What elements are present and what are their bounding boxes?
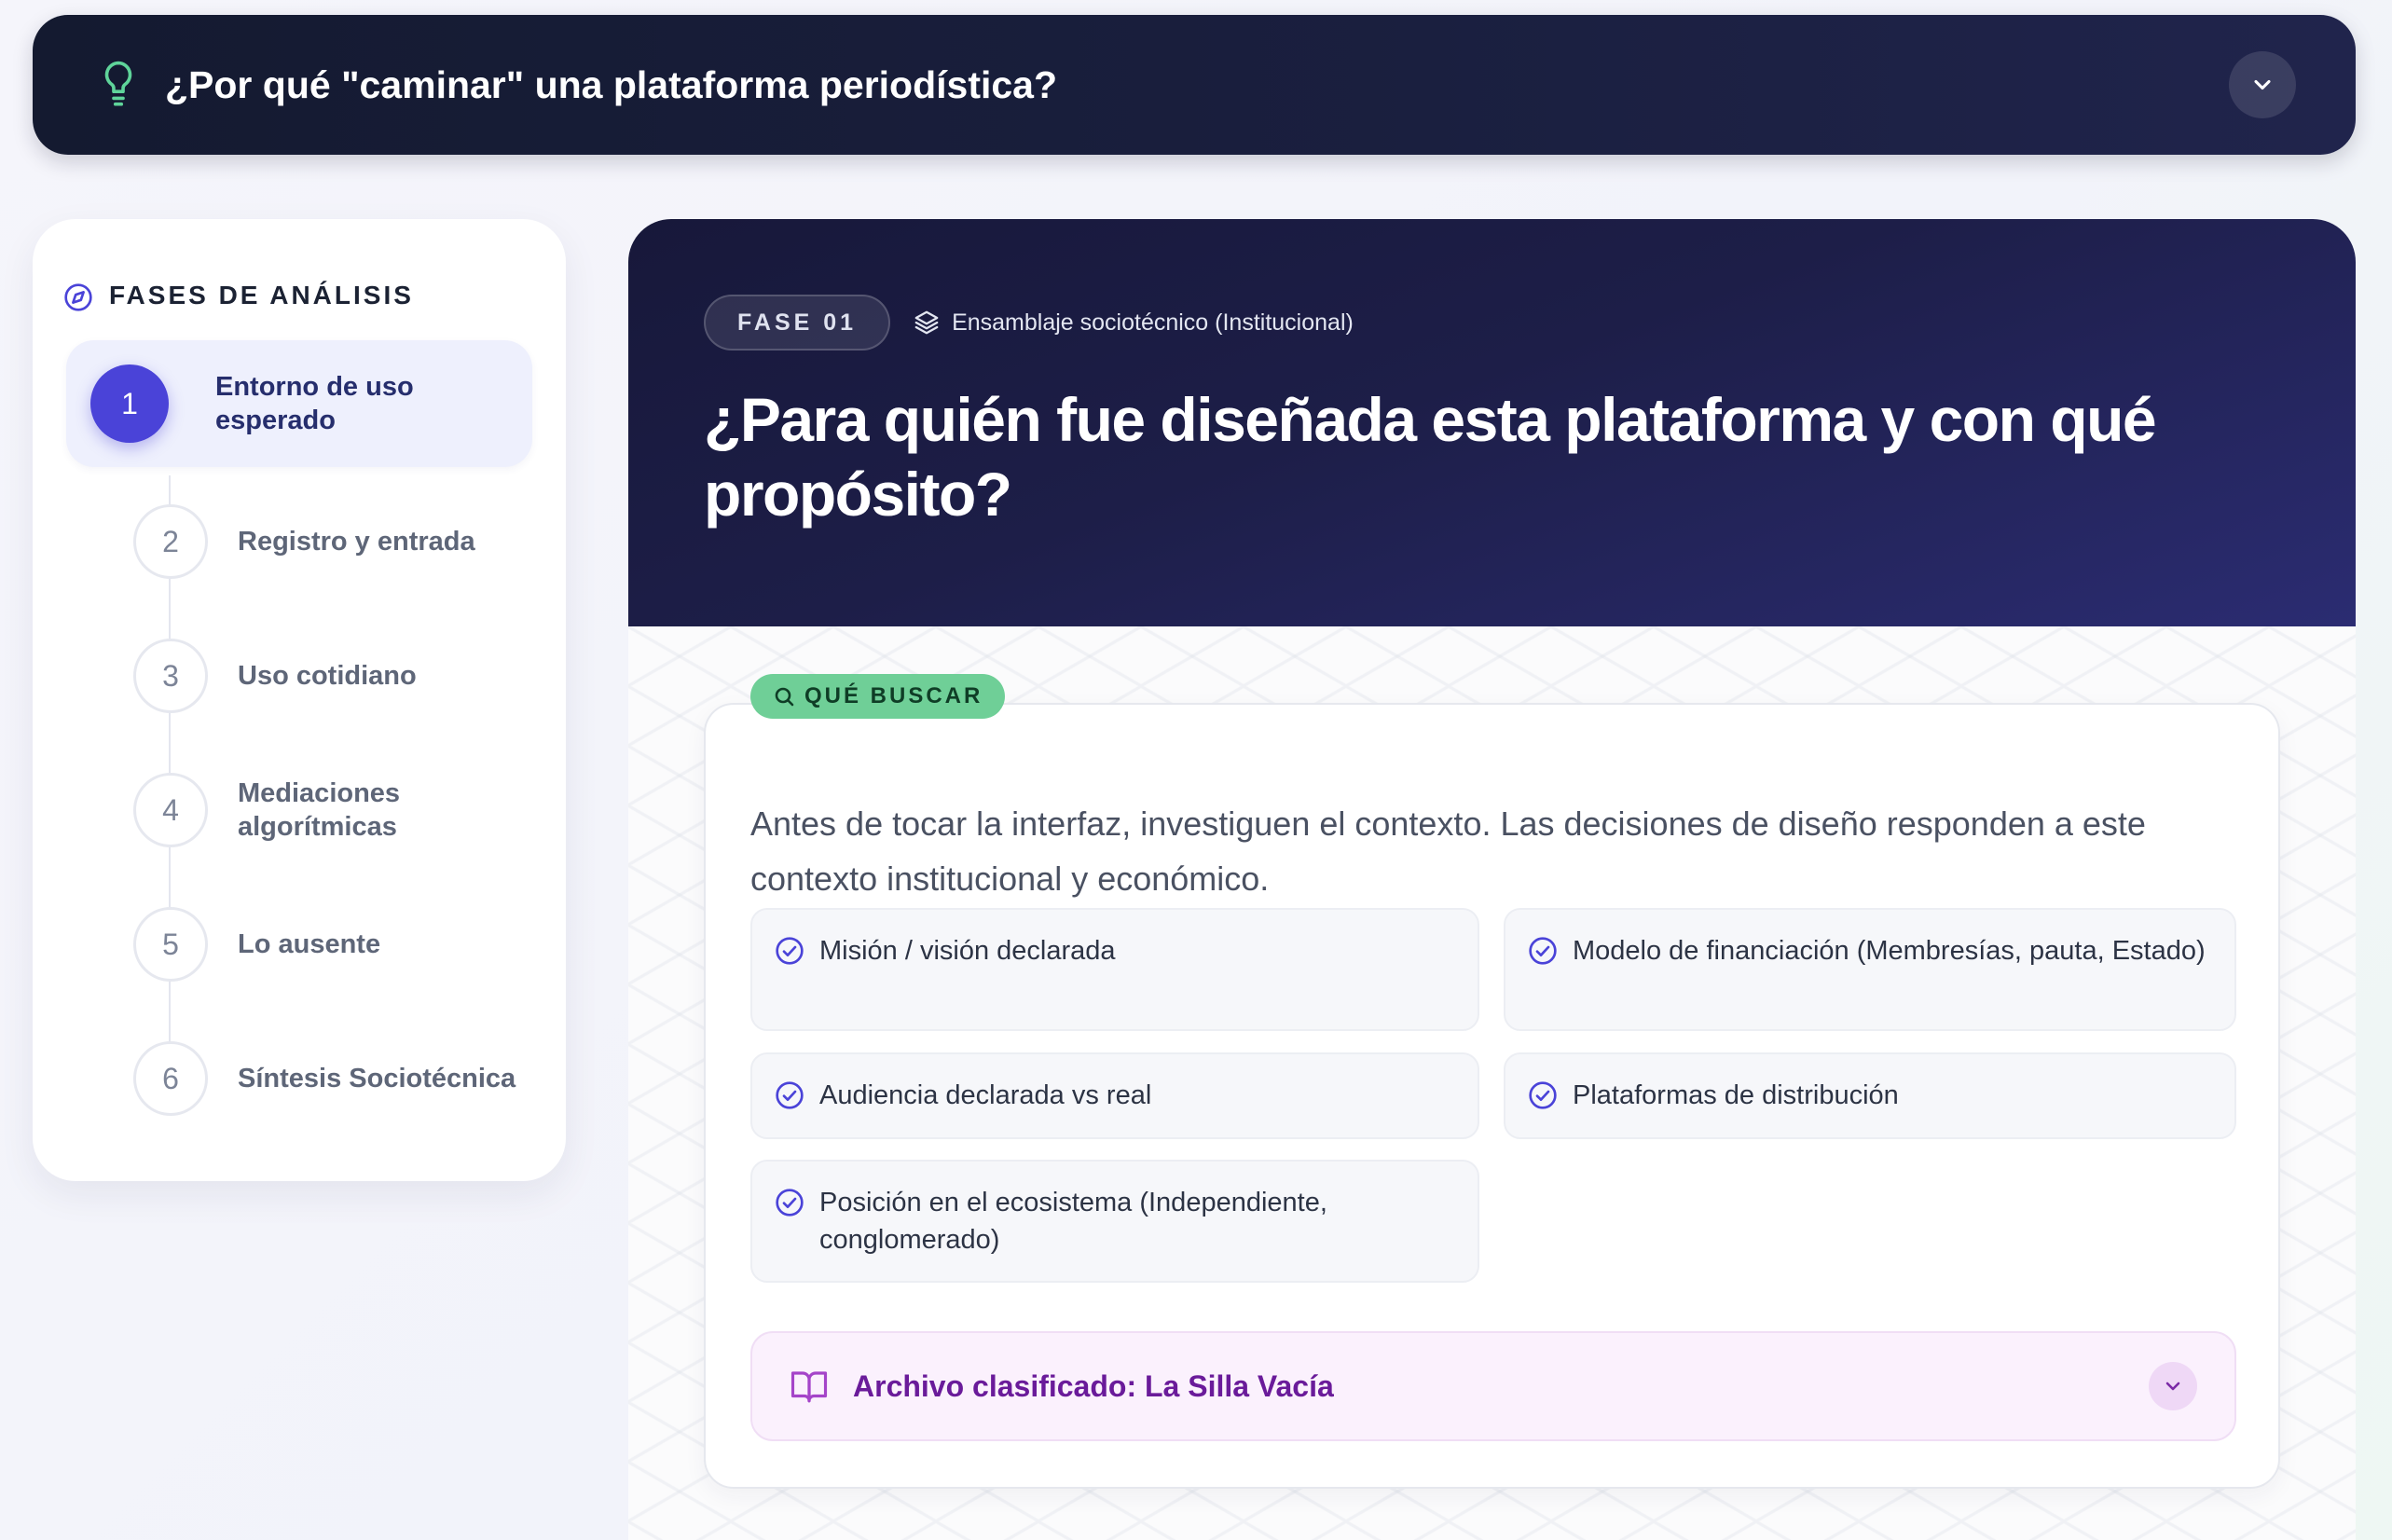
archive-expand-button[interactable] bbox=[2149, 1362, 2197, 1410]
archive-title: Archivo clasificado: La Silla Vacía bbox=[853, 1368, 1334, 1403]
book-open-icon bbox=[790, 1371, 828, 1403]
phase-category-tag: Ensamblaje sociotécnico (Institucional) bbox=[913, 309, 1354, 337]
step-number: 1 bbox=[90, 364, 169, 443]
why-walk-banner[interactable]: ¿Por qué "caminar" una plataforma period… bbox=[33, 15, 2356, 155]
step-label: Entorno de uso esperado bbox=[215, 372, 414, 435]
chevron-down-icon bbox=[2165, 1382, 2180, 1391]
sidebar-title: FASES DE ANÁLISIS bbox=[109, 281, 414, 309]
phase-hero: FASE 01 Ensamblaje sociotécnico (Institu… bbox=[628, 219, 2356, 626]
phase-step-5[interactable]: 5 Lo ausente bbox=[66, 877, 532, 1011]
checklist-item-label: Audiencia declarada vs real bbox=[819, 1080, 1152, 1110]
banner-expand-button[interactable] bbox=[2229, 51, 2296, 118]
layers-icon bbox=[914, 310, 939, 335]
phase-step-6[interactable]: 6 Síntesis Sociotécnica bbox=[66, 1011, 532, 1146]
checklist-item-label: Posición en el ecosistema (Independiente… bbox=[819, 1188, 1327, 1255]
checklist-item: Modelo de financiación (Membresías, paut… bbox=[1504, 908, 2236, 1031]
phase-category-label: Ensamblaje sociotécnico (Institucional) bbox=[952, 309, 1354, 336]
step-label: Registro y entrada bbox=[238, 527, 475, 557]
checklist-item: Plataformas de distribución bbox=[1504, 1052, 2236, 1139]
phase-content: QUÉ BUSCAR Antes de tocar la interfaz, i… bbox=[628, 626, 2356, 1540]
checklist-item: Audiencia declarada vs real bbox=[750, 1052, 1479, 1139]
check-circle-icon bbox=[1529, 1081, 1557, 1109]
step-label: Mediaciones algorítmicas bbox=[238, 778, 401, 842]
search-icon bbox=[775, 687, 794, 707]
checklist-item-label: Modelo de financiación (Membresías, paut… bbox=[1573, 936, 2206, 966]
phase-step-3[interactable]: 3 Uso cotidiano bbox=[66, 609, 532, 743]
phase-detail-card: FASE 01 Ensamblaje sociotécnico (Institu… bbox=[628, 219, 2356, 1540]
phase-step-1[interactable]: 1 Entorno de uso esperado bbox=[66, 340, 532, 467]
checklist-item: Misión / visión declarada bbox=[750, 908, 1479, 1031]
badge-label: QUÉ BUSCAR bbox=[804, 683, 983, 708]
step-label: Lo ausente bbox=[238, 929, 381, 959]
check-circle-icon bbox=[1529, 937, 1557, 965]
chevron-down-icon bbox=[2254, 79, 2271, 90]
phase-badge: FASE 01 bbox=[704, 295, 891, 351]
checklist-item: Posición en el ecosistema (Independiente… bbox=[750, 1160, 1479, 1283]
step-label: Uso cotidiano bbox=[238, 661, 417, 691]
phase-title: ¿Para quién fue diseñada esta plataforma… bbox=[704, 385, 2157, 529]
check-circle-icon bbox=[776, 937, 804, 965]
checklist-item-label: Plataformas de distribución bbox=[1573, 1080, 1899, 1110]
phase-steps: 1 Entorno de uso esperado 2 Registro y e… bbox=[66, 340, 532, 1146]
step-number: 2 bbox=[133, 504, 208, 579]
classified-archive-accordion[interactable]: Archivo clasificado: La Silla Vacía bbox=[750, 1331, 2236, 1441]
sidebar-header: FASES DE ANÁLISIS bbox=[64, 268, 532, 323]
phase-step-2[interactable]: 2 Registro y entrada bbox=[66, 474, 532, 609]
phases-sidebar: FASES DE ANÁLISIS 1 Entorno de uso esper… bbox=[33, 219, 566, 1181]
step-number: 6 bbox=[133, 1041, 208, 1116]
what-to-look-for-card: QUÉ BUSCAR Antes de tocar la interfaz, i… bbox=[704, 674, 2280, 1489]
look-intro-text: Antes de tocar la interfaz, investiguen … bbox=[750, 804, 2146, 898]
phase-step-4[interactable]: 4 Mediaciones algorítmicas bbox=[66, 743, 532, 877]
what-to-look-for-badge: QUÉ BUSCAR bbox=[750, 674, 1006, 719]
phase-meta: FASE 01 Ensamblaje sociotécnico (Institu… bbox=[704, 295, 2356, 351]
check-circle-icon bbox=[776, 1081, 804, 1109]
checklist-item-label: Misión / visión declarada bbox=[819, 936, 1116, 966]
lightbulb-icon bbox=[104, 61, 132, 106]
step-number: 4 bbox=[133, 773, 208, 847]
banner-title: ¿Por qué "caminar" una plataforma period… bbox=[165, 62, 1058, 106]
step-number: 3 bbox=[133, 639, 208, 713]
compass-icon bbox=[64, 283, 92, 311]
step-number: 5 bbox=[133, 907, 208, 982]
check-circle-icon bbox=[776, 1189, 804, 1217]
step-label: Síntesis Sociotécnica bbox=[238, 1064, 516, 1093]
